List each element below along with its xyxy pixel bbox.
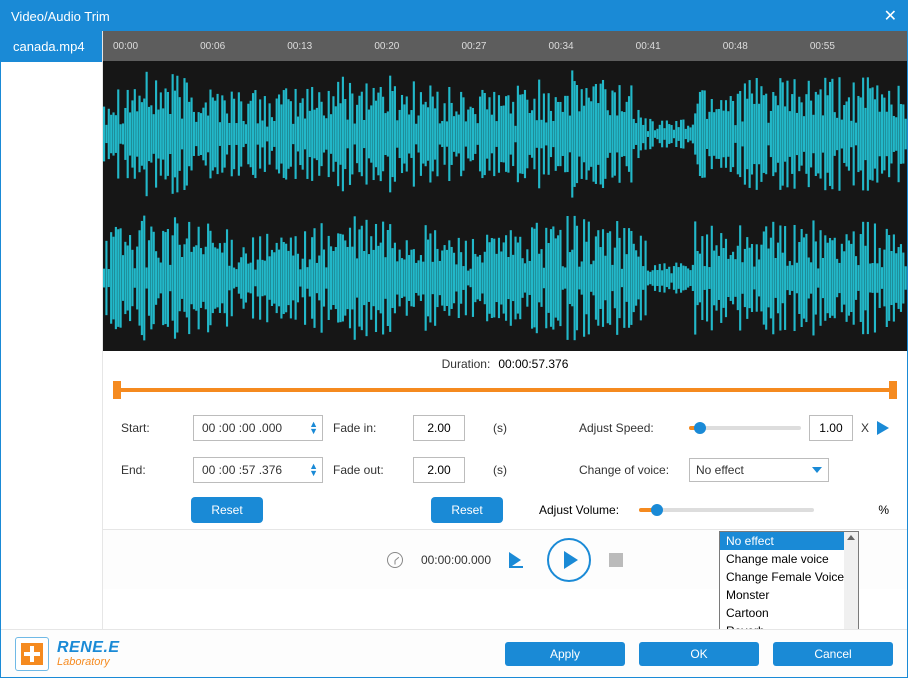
speed-value-input[interactable]: [809, 415, 853, 441]
duration-row: Duration: 00:00:57.376: [103, 351, 907, 377]
trim-handle-start[interactable]: [113, 381, 121, 399]
spinner-arrows-icon[interactable]: ▲▼: [309, 463, 318, 477]
playhead-time: 00:00:00.000: [421, 553, 491, 567]
reset-time-button[interactable]: Reset: [191, 497, 263, 523]
ruler-tick: 00:55: [810, 41, 897, 52]
waveform-display[interactable]: [103, 61, 907, 351]
file-sidebar: canada.mp4: [1, 31, 103, 629]
speed-x-suffix: X: [861, 421, 869, 435]
trim-range-bar[interactable]: [113, 381, 897, 399]
ruler-tick: 00:41: [636, 41, 723, 52]
start-label: Start:: [121, 421, 183, 435]
stop-button[interactable]: [609, 553, 623, 567]
title-bar: Video/Audio Trim ✕: [1, 1, 907, 31]
reset-fade-button[interactable]: Reset: [431, 497, 503, 523]
fade-out-input[interactable]: [413, 457, 465, 483]
controls-grid: Start: 00 :00 :00 .000 ▲▼ Fade in: (s) A…: [103, 409, 907, 483]
ruler-tick: 00:13: [287, 41, 374, 52]
start-time-input[interactable]: 00 :00 :00 .000 ▲▼: [193, 415, 323, 441]
voice-selected-value: No effect: [696, 463, 744, 477]
voice-option[interactable]: Change male voice: [720, 550, 858, 568]
play-icon: [564, 551, 578, 569]
waveform-left-channel: [103, 65, 907, 203]
cancel-button[interactable]: Cancel: [773, 642, 893, 666]
duration-label: Duration:: [442, 357, 491, 371]
voice-option[interactable]: Reverb: [720, 622, 858, 629]
ruler-tick: 00:00: [113, 41, 200, 52]
ok-button[interactable]: OK: [639, 642, 759, 666]
brand-plus-icon: [15, 637, 49, 671]
voice-effect-dropdown-list[interactable]: No effect Change male voice Change Femal…: [719, 531, 859, 629]
slider-thumb[interactable]: [694, 422, 706, 434]
reset-row: Reset Reset Adjust Volume: %: [103, 483, 907, 529]
percent-suffix: %: [878, 503, 889, 517]
chevron-down-icon: [812, 467, 822, 473]
seconds-suffix: (s): [493, 463, 523, 477]
voice-option[interactable]: Cartoon: [720, 604, 858, 622]
clock-icon: [387, 552, 403, 568]
apply-button[interactable]: Apply: [505, 642, 625, 666]
ruler-tick: 00:06: [200, 41, 287, 52]
fade-in-label: Fade in:: [333, 421, 403, 435]
ruler-tick: 00:48: [723, 41, 810, 52]
brand-logo: RENE.E Laboratory: [15, 637, 120, 671]
end-label: End:: [121, 463, 183, 477]
ruler-tick: 00:20: [374, 41, 461, 52]
end-time-value: 00 :00 :57 .376: [202, 463, 282, 477]
voice-option[interactable]: No effect: [720, 532, 858, 550]
timeline-ruler: 00:00 00:06 00:13 00:20 00:27 00:34 00:4…: [103, 31, 907, 61]
brand-subtitle: Laboratory: [57, 657, 120, 668]
speed-slider[interactable]: [689, 426, 801, 430]
body: canada.mp4 00:00 00:06 00:13 00:20 00:27…: [1, 31, 907, 629]
waveform-right-channel: [103, 209, 907, 347]
footer-bar: RENE.E Laboratory Apply OK Cancel: [1, 629, 907, 677]
close-icon[interactable]: ✕: [884, 6, 897, 26]
change-voice-label: Change of voice:: [579, 463, 679, 477]
fade-in-input[interactable]: [413, 415, 465, 441]
brand-name: RENE.E: [57, 640, 120, 656]
duration-value: 00:00:57.376: [498, 357, 568, 371]
volume-slider[interactable]: [639, 508, 814, 512]
voice-effect-dropdown[interactable]: No effect: [689, 458, 829, 482]
speed-control: X: [689, 415, 889, 441]
fade-out-label: Fade out:: [333, 463, 403, 477]
end-time-input[interactable]: 00 :00 :57 .376 ▲▼: [193, 457, 323, 483]
voice-option[interactable]: Change Female Voice: [720, 568, 858, 586]
ruler-tick: 00:27: [461, 41, 548, 52]
adjust-speed-label: Adjust Speed:: [579, 421, 679, 435]
ruler-tick: 00:34: [549, 41, 636, 52]
app-window: Video/Audio Trim ✕ canada.mp4 00:00 00:0…: [0, 0, 908, 678]
dropdown-scrollbar[interactable]: [844, 532, 858, 629]
sidebar-item-file[interactable]: canada.mp4: [1, 31, 102, 62]
adjust-volume-label: Adjust Volume:: [539, 503, 639, 517]
slider-thumb[interactable]: [651, 504, 663, 516]
trim-track: [113, 388, 897, 392]
seconds-suffix: (s): [493, 421, 523, 435]
goto-end-icon[interactable]: [509, 552, 529, 568]
trim-handle-end[interactable]: [889, 381, 897, 399]
play-preview-speed-icon[interactable]: [877, 421, 889, 435]
voice-option[interactable]: Monster: [720, 586, 858, 604]
start-time-value: 00 :00 :00 .000: [202, 421, 282, 435]
window-title: Video/Audio Trim: [11, 9, 110, 24]
spinner-arrows-icon[interactable]: ▲▼: [309, 421, 318, 435]
play-button[interactable]: [547, 538, 591, 582]
